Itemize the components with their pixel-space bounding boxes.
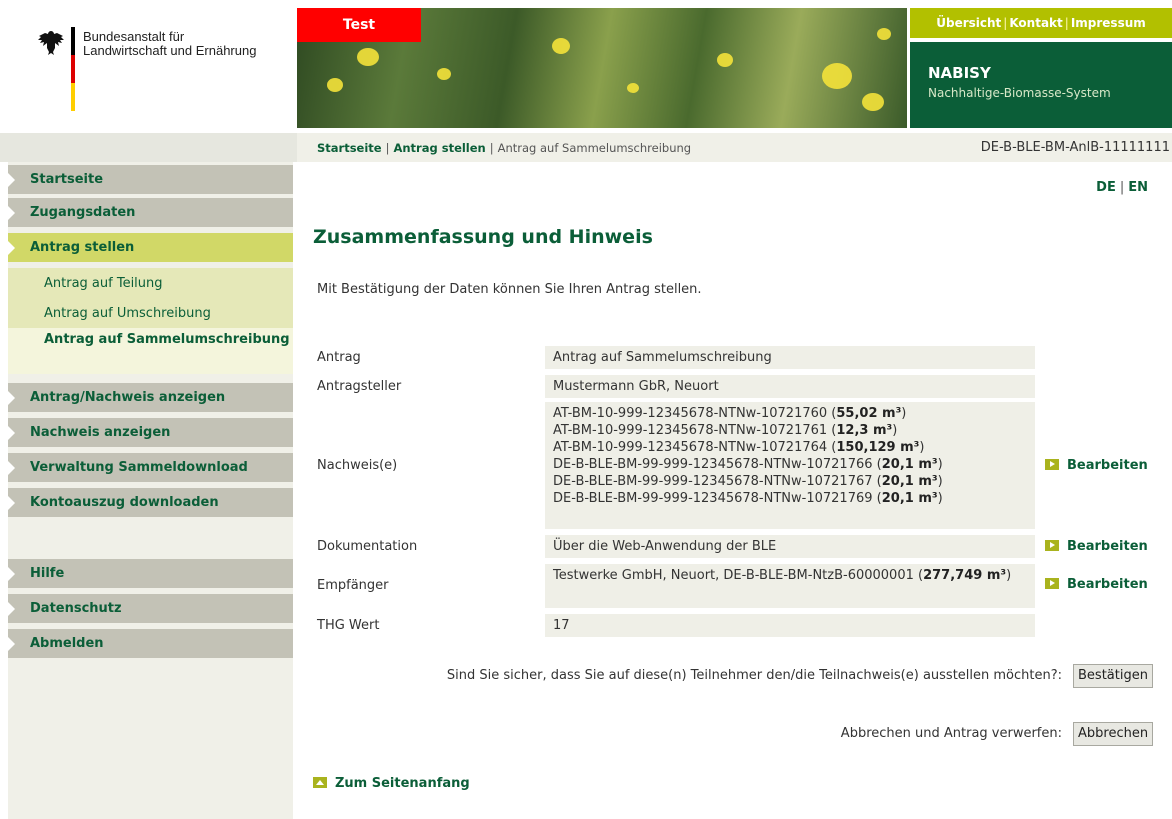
cancel-question: Abbrechen und Antrag verwerfen: [840, 726, 1062, 741]
value-empfaenger: Testwerke GmbH, Neuort, DE-B-BLE-BM-NtzB… [545, 564, 1035, 608]
language-switch: DE | EN [1096, 180, 1148, 195]
top-links: Übersicht | Kontakt | Impressum [910, 8, 1172, 38]
arrow-right-icon [1045, 540, 1059, 551]
intro-text: Mit Bestätigung der Daten können Sie Ihr… [317, 282, 702, 297]
list-item: AT-BM-10-999-12345678-NTNw-10721761 (12,… [553, 423, 898, 438]
edit-empfaenger-link[interactable]: Bearbeiten [1045, 577, 1148, 592]
cancel-button[interactable]: Abbrechen [1073, 722, 1154, 746]
sidebar-item-nachweis-anzeigen[interactable]: Nachweis anzeigen [8, 418, 293, 447]
brand-subtitle: Nachhaltige-Biomasse-System [928, 86, 1111, 100]
label-dokumentation: Dokumentation [317, 539, 418, 554]
list-item: DE-B-BLE-BM-99-999-12345678-NTNw-1072176… [553, 457, 943, 472]
sidebar-subitem-teilung[interactable]: Antrag auf Teilung [8, 268, 293, 299]
edit-dokumentation-link[interactable]: Bearbeiten [1045, 539, 1148, 554]
page-title: Zusammenfassung und Hinweis [313, 226, 653, 248]
value-antragsteller: Mustermann GbR, Neuort [545, 375, 1035, 398]
lang-en[interactable]: EN [1128, 180, 1148, 195]
breadcrumb-current: Antrag auf Sammelumschreibung [497, 141, 692, 155]
breadcrumb-antrag-stellen[interactable]: Antrag stellen [393, 141, 485, 155]
link-kontakt[interactable]: Kontakt [1009, 16, 1062, 30]
organization-name: Bundesanstalt für Landwirtschaft und Ern… [83, 30, 256, 58]
sidebar-item-hilfe[interactable]: Hilfe [8, 559, 293, 588]
sidebar-subitem-sammelumschreibung[interactable]: Antrag auf Sammelumschreibung [8, 328, 293, 374]
sidebar-item-sammeldownload[interactable]: Verwaltung Sammeldownload [8, 453, 293, 482]
brand-box: NABISY Nachhaltige-Biomasse-System [910, 42, 1172, 128]
link-impressum[interactable]: Impressum [1071, 16, 1146, 30]
test-environment-badge: Test [297, 8, 421, 42]
value-thg: 17 [545, 614, 1035, 637]
breadcrumb-startseite[interactable]: Startseite [317, 141, 382, 155]
sidebar-item-zugangsdaten[interactable]: Zugangsdaten [8, 198, 293, 227]
sidebar-item-startseite[interactable]: Startseite [8, 165, 293, 194]
label-antrag: Antrag [317, 350, 361, 365]
edit-nachweise-link[interactable]: Bearbeiten [1045, 458, 1148, 473]
label-nachweise: Nachweis(e) [317, 458, 398, 473]
arrow-up-icon [313, 777, 327, 788]
eagle-icon [38, 31, 64, 55]
header-banner-image: Test [297, 8, 907, 128]
link-uebersicht[interactable]: Übersicht [936, 16, 1001, 30]
sidebar-item-antrag-stellen[interactable]: Antrag stellen [8, 233, 293, 262]
back-to-top-link[interactable]: Zum Seitenanfang [313, 776, 470, 791]
org-name-line2: Landwirtschaft und Ernährung [83, 43, 257, 58]
sidebar-item-abmelden[interactable]: Abmelden [8, 629, 293, 658]
sidebar-subitem-umschreibung[interactable]: Antrag auf Umschreibung [8, 299, 293, 328]
value-dokumentation: Über die Web-Anwendung der BLE [545, 535, 1035, 558]
sidebar-item-datenschutz[interactable]: Datenschutz [8, 594, 293, 623]
account-id: DE-B-BLE-BM-AnlB-11111111 [980, 140, 1170, 155]
label-empfaenger: Empfänger [317, 578, 389, 593]
arrow-right-icon [1045, 459, 1059, 470]
org-name-line1: Bundesanstalt für [83, 29, 185, 44]
sidebar-item-kontoauszug[interactable]: Kontoauszug downloaden [8, 488, 293, 517]
list-item: DE-B-BLE-BM-99-999-12345678-NTNw-1072176… [553, 491, 943, 506]
arrow-right-icon [1045, 578, 1059, 589]
value-antrag: Antrag auf Sammelumschreibung [545, 346, 1035, 369]
sidebar-item-antrag-nachweis-anzeigen[interactable]: Antrag/Nachweis anzeigen [8, 383, 293, 412]
confirm-question: Sind Sie sicher, dass Sie auf diese(n) T… [446, 668, 1062, 683]
brand-title: NABISY [928, 64, 991, 82]
lang-de[interactable]: DE [1096, 180, 1116, 195]
list-item: DE-B-BLE-BM-99-999-12345678-NTNw-1072176… [553, 474, 943, 489]
breadcrumb: Startseite | Antrag stellen | Antrag auf Sam… [317, 141, 692, 155]
german-flag-bar [71, 27, 75, 111]
label-thg: THG Wert [317, 618, 380, 633]
sidebar: Startseite Zugangsdaten Antrag stellen A… [8, 162, 293, 819]
value-nachweise-list: AT-BM-10-999-12345678-NTNw-10721760 (55,… [545, 402, 1035, 529]
logo-area: Bundesanstalt für Landwirtschaft und Ern… [0, 0, 297, 130]
confirm-button[interactable]: Bestätigen [1073, 664, 1153, 688]
list-item: AT-BM-10-999-12345678-NTNw-10721764 (150… [553, 440, 925, 455]
breadcrumb-bar: Startseite | Antrag stellen | Antrag auf Sam… [0, 133, 1172, 162]
list-item: AT-BM-10-999-12345678-NTNw-10721760 (55,… [553, 406, 907, 421]
label-antragsteller: Antragsteller [317, 379, 402, 394]
